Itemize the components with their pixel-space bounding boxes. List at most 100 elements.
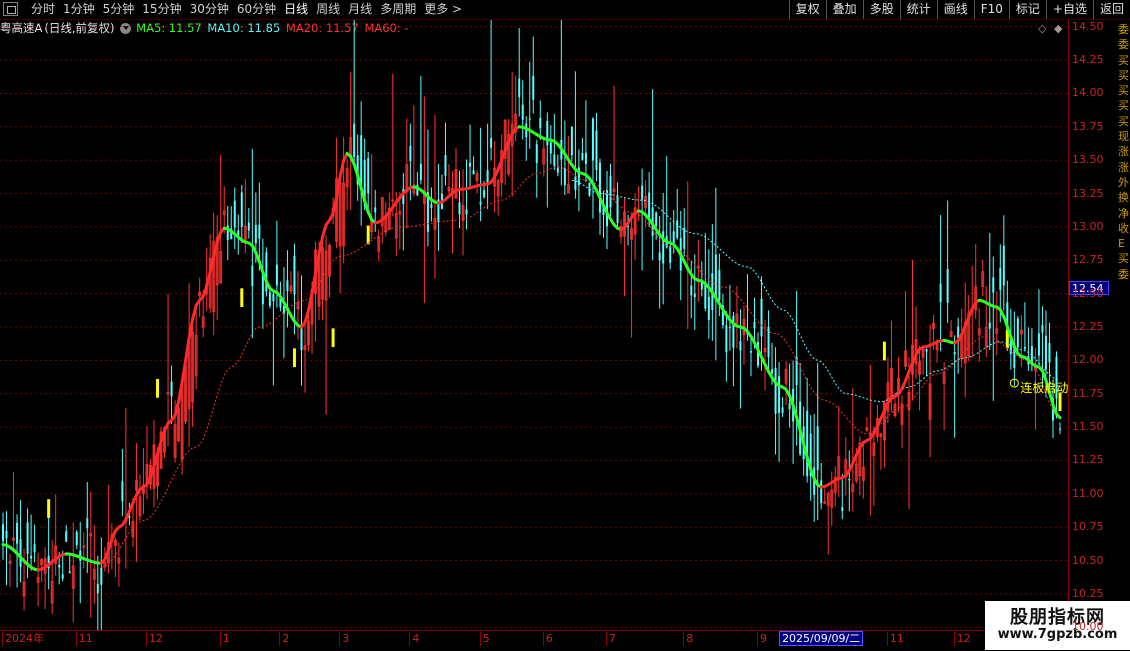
candle-body-272 xyxy=(957,327,959,338)
toolbar-button-0[interactable]: 复权 xyxy=(789,0,826,19)
candle-body-157 xyxy=(553,154,555,166)
ma5-segment-30 xyxy=(108,540,112,551)
candle-body-220 xyxy=(775,368,777,414)
ma5-segment-53 xyxy=(189,319,193,338)
side-label-13[interactable]: 收 xyxy=(1118,221,1130,236)
toolbar-button-3[interactable]: 统计 xyxy=(900,0,937,19)
candle-body-169 xyxy=(595,131,597,170)
side-label-11[interactable]: 换 xyxy=(1118,190,1130,205)
side-label-16[interactable]: 委 xyxy=(1118,267,1130,282)
side-label-5[interactable]: 买 xyxy=(1118,98,1130,113)
candle-body-233 xyxy=(820,480,822,503)
ma5-segment-57 xyxy=(203,286,207,296)
side-label-10[interactable]: 外 xyxy=(1118,175,1130,190)
period-tab-4[interactable]: 30分钟 xyxy=(186,0,233,19)
period-tab-0[interactable]: 分时 xyxy=(27,0,59,19)
signal-annotation: 连板启动 xyxy=(1020,380,1068,395)
side-panel-labels[interactable]: 委委买买买买买现涨涨外换净收E买委 xyxy=(1118,22,1130,282)
signal-bar-3 xyxy=(293,348,296,367)
candle-body-156 xyxy=(550,142,552,153)
side-label-1[interactable]: 委 xyxy=(1118,37,1130,52)
period-tab-3[interactable]: 15分钟 xyxy=(138,0,185,19)
side-label-15[interactable]: 买 xyxy=(1118,251,1130,266)
candle-body-106 xyxy=(374,207,376,212)
toolbar-button-7[interactable]: +自选 xyxy=(1046,0,1093,19)
side-label-3[interactable]: 买 xyxy=(1118,68,1130,83)
side-label-7[interactable]: 现 xyxy=(1118,129,1130,144)
side-label-4[interactable]: 买 xyxy=(1118,83,1130,98)
side-label-0[interactable]: 委 xyxy=(1118,22,1130,37)
toolbar-button-5[interactable]: F10 xyxy=(974,0,1009,19)
toolbar-button-6[interactable]: 标记 xyxy=(1009,0,1046,19)
candlestick-chart: 连板启动 xyxy=(0,20,1068,630)
x-tick-label-7: 5 xyxy=(480,632,490,646)
candle-body-72 xyxy=(255,225,257,243)
ma5-segment-142 xyxy=(502,151,506,161)
ma5-segment-42 xyxy=(150,466,154,477)
toolbar-button-4[interactable]: 画线 xyxy=(937,0,974,19)
side-label-2[interactable]: 买 xyxy=(1118,53,1130,68)
candle-body-139 xyxy=(490,138,492,148)
candle-body-119 xyxy=(420,164,422,180)
candle-body-77 xyxy=(272,294,274,301)
ma5-segment-89 xyxy=(316,254,320,274)
window-toggle-icon[interactable] xyxy=(3,2,18,16)
x-selected-date: 2025/09/09/二 xyxy=(779,631,863,646)
x-tick-label-4: 2 xyxy=(279,632,289,646)
watermark-url: www.7gpzb.com xyxy=(985,627,1130,642)
candle-body-27 xyxy=(97,584,99,593)
signal-bar-6 xyxy=(883,342,886,361)
toolbar-button-2[interactable]: 多股 xyxy=(863,0,900,19)
candle-body-130 xyxy=(459,202,461,214)
candle-body-100 xyxy=(353,124,355,157)
period-tab-8[interactable]: 月线 xyxy=(344,0,376,19)
period-tab-5[interactable]: 60分钟 xyxy=(233,0,280,19)
ma5-segment-94 xyxy=(333,197,337,214)
side-label-14[interactable]: E xyxy=(1118,236,1130,251)
candle-body-165 xyxy=(581,153,583,160)
y-tick-label-3: 10.75 xyxy=(1072,520,1104,534)
period-tab-1[interactable]: 1分钟 xyxy=(59,0,99,19)
toolbar-button-8[interactable]: 返回 xyxy=(1093,0,1130,19)
period-tab-6[interactable]: 日线 xyxy=(280,0,312,19)
candle-body-222 xyxy=(782,407,784,413)
candle-body-178 xyxy=(627,226,629,227)
ma5-segment-300 xyxy=(1056,414,1060,418)
y-tick-label-15: 13.75 xyxy=(1072,120,1104,134)
candle-body-148 xyxy=(522,105,524,120)
candle-body-224 xyxy=(789,403,791,409)
y-tick-label-17: 14.25 xyxy=(1072,53,1104,67)
candle-body-214 xyxy=(753,322,755,328)
candle-body-73 xyxy=(258,225,260,239)
period-tab-10[interactable]: 更多 > xyxy=(420,0,466,19)
candle-body-269 xyxy=(947,269,949,303)
period-tab-2[interactable]: 5分钟 xyxy=(99,0,139,19)
signal-bar-1 xyxy=(156,379,159,398)
candle-body-203 xyxy=(715,255,717,300)
side-label-6[interactable]: 买 xyxy=(1118,114,1130,129)
candle-body-134 xyxy=(473,170,475,174)
side-label-9[interactable]: 涨 xyxy=(1118,160,1130,175)
candle-body-28 xyxy=(100,568,102,585)
candle-body-76 xyxy=(269,292,271,306)
ma5-segment-44 xyxy=(158,442,162,454)
toolbar-button-1[interactable]: 叠加 xyxy=(826,0,863,19)
candle-body-187 xyxy=(659,253,661,261)
candle-body-68 xyxy=(241,192,243,226)
side-label-8[interactable]: 涨 xyxy=(1118,144,1130,159)
ma5-segment-61 xyxy=(217,232,221,242)
candle-body-263 xyxy=(926,349,928,352)
candle-body-291 xyxy=(1024,347,1026,349)
x-tick-label-2: 12 xyxy=(146,632,163,646)
candle-body-66 xyxy=(234,201,236,228)
candle-body-219 xyxy=(771,369,773,373)
side-label-12[interactable]: 净 xyxy=(1118,206,1130,221)
y-tick-label-10: 12.50 xyxy=(1072,287,1104,301)
candle-body-85 xyxy=(300,325,302,350)
candle-body-218 xyxy=(768,327,770,357)
period-tab-7[interactable]: 周线 xyxy=(312,0,344,19)
candle-body-298 xyxy=(1048,343,1050,362)
period-tab-9[interactable]: 多周期 xyxy=(376,0,420,19)
candle-body-116 xyxy=(409,146,411,161)
candle-body-190 xyxy=(669,246,671,263)
